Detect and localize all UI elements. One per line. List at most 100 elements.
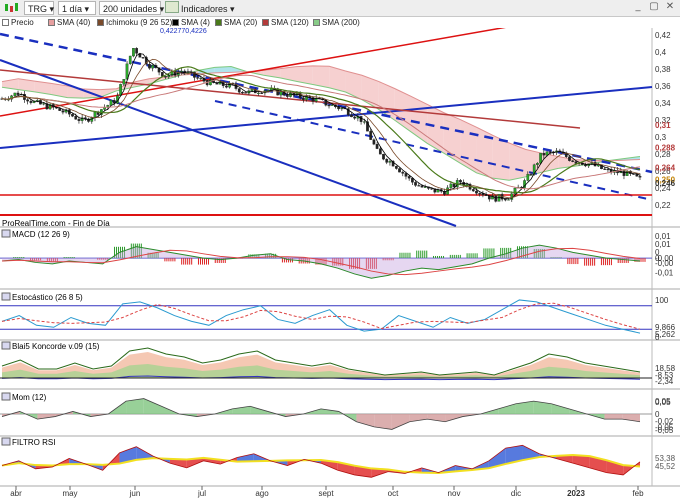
candle[interactable]	[237, 88, 241, 93]
candle[interactable]	[260, 92, 264, 94]
stochastic-panel[interactable]	[0, 291, 652, 339]
candle[interactable]	[423, 186, 427, 188]
candle[interactable]	[606, 168, 610, 171]
candle[interactable]	[132, 48, 135, 57]
legend-item-sma40[interactable]: SMA (40)	[48, 17, 90, 28]
candle[interactable]	[369, 131, 373, 140]
candle[interactable]	[430, 188, 433, 190]
candle[interactable]	[539, 152, 542, 164]
candle[interactable]	[74, 116, 78, 120]
candle[interactable]	[285, 94, 289, 97]
price-panel[interactable]	[0, 28, 652, 218]
candle[interactable]	[148, 64, 151, 69]
candle[interactable]	[164, 76, 167, 78]
candle[interactable]	[141, 57, 145, 59]
candle[interactable]	[548, 151, 552, 153]
candle[interactable]	[196, 77, 199, 79]
candle[interactable]	[484, 194, 488, 196]
interval-select[interactable]: 1 día ▾	[58, 1, 96, 15]
minimize-icon[interactable]: _	[632, 1, 644, 13]
candle[interactable]	[568, 156, 571, 161]
legend-item-sma4[interactable]: SMA (4)	[172, 17, 210, 28]
legend-item-sma20[interactable]: SMA (20)	[215, 17, 257, 28]
candle[interactable]	[353, 116, 357, 119]
candle[interactable]	[128, 55, 132, 65]
candle[interactable]	[407, 176, 411, 179]
candle[interactable]	[459, 180, 462, 183]
candle[interactable]	[180, 70, 183, 72]
candle[interactable]	[510, 193, 514, 200]
candle[interactable]	[71, 114, 74, 117]
candle[interactable]	[151, 65, 155, 69]
candle[interactable]	[362, 121, 366, 123]
candle[interactable]	[529, 174, 533, 176]
candle[interactable]	[507, 199, 510, 201]
candle[interactable]	[135, 48, 139, 54]
candle[interactable]	[494, 195, 498, 202]
candle[interactable]	[420, 185, 424, 188]
candle[interactable]	[77, 119, 81, 121]
candle[interactable]	[401, 171, 405, 174]
legend-item-sma200[interactable]: SMA (200)	[313, 17, 360, 28]
legend-item-ichimoku[interactable]: Ichimoku (9 26 52)	[97, 17, 172, 28]
candle[interactable]	[29, 100, 33, 103]
candle[interactable]	[584, 164, 587, 167]
close-icon[interactable]: ✕	[664, 1, 676, 13]
candle[interactable]	[257, 92, 260, 94]
candle[interactable]	[475, 190, 478, 194]
candle[interactable]	[603, 168, 607, 170]
candle[interactable]	[109, 100, 113, 106]
candle[interactable]	[16, 92, 20, 95]
candle[interactable]	[337, 106, 340, 110]
candle[interactable]	[266, 90, 270, 92]
candle[interactable]	[536, 163, 539, 165]
candle[interactable]	[394, 166, 398, 169]
candle[interactable]	[327, 105, 331, 107]
candle[interactable]	[478, 193, 482, 195]
candle[interactable]	[61, 110, 65, 113]
candle[interactable]	[330, 104, 334, 106]
candle[interactable]	[350, 114, 353, 118]
candle[interactable]	[449, 183, 453, 188]
candle[interactable]	[13, 92, 17, 96]
candle[interactable]	[122, 79, 126, 85]
candle[interactable]	[244, 92, 248, 94]
candle[interactable]	[414, 182, 417, 186]
candle[interactable]	[302, 97, 305, 100]
candle[interactable]	[375, 143, 379, 149]
candle[interactable]	[638, 176, 642, 178]
indicators-button[interactable]: Indicadores ▾	[165, 1, 245, 15]
candle[interactable]	[279, 91, 283, 96]
candle[interactable]	[622, 170, 626, 176]
candle[interactable]	[471, 189, 475, 192]
candle[interactable]	[372, 139, 376, 145]
candle[interactable]	[42, 103, 46, 105]
candle[interactable]	[385, 158, 389, 163]
candle[interactable]	[26, 99, 29, 102]
candle[interactable]	[542, 152, 546, 156]
candle[interactable]	[398, 168, 401, 173]
x-axis-label: feb	[632, 489, 644, 498]
candle[interactable]	[199, 78, 203, 80]
candle[interactable]	[241, 92, 244, 94]
legend-item-sma120[interactable]: SMA (120)	[262, 17, 309, 28]
candle[interactable]	[382, 153, 385, 160]
candle[interactable]	[503, 199, 507, 201]
candle[interactable]	[571, 160, 575, 162]
candle[interactable]	[340, 108, 344, 110]
candle[interactable]	[388, 161, 392, 163]
ticker-select[interactable]: TRG ▾	[24, 1, 54, 15]
chart-canvas[interactable]: 0,010-0,01 0,050-0,05 0,420,40,380,360,3…	[0, 28, 680, 498]
chart-type-icon[interactable]	[2, 1, 22, 15]
candle[interactable]	[417, 185, 421, 187]
candle[interactable]	[289, 92, 292, 97]
candle[interactable]	[209, 79, 212, 86]
units-select[interactable]: 200 unidades ▾	[99, 1, 164, 15]
legend-item-precio[interactable]: Precio	[2, 17, 34, 28]
candle[interactable]	[404, 173, 408, 177]
candle[interactable]	[452, 183, 456, 188]
restore-icon[interactable]: ▢	[648, 1, 660, 13]
candle[interactable]	[526, 174, 530, 181]
candle[interactable]	[378, 148, 382, 155]
candle[interactable]	[225, 85, 228, 88]
